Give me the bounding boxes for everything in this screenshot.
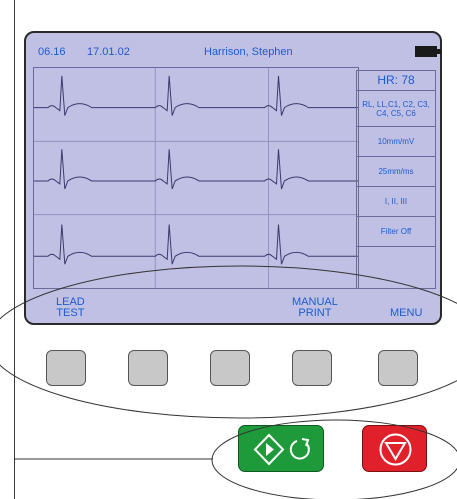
filter-value: Filter Off — [380, 227, 412, 236]
ecg-waveforms — [34, 68, 358, 288]
time-label: 06.16 — [38, 46, 66, 58]
lead-test-label: LEAD TEST — [56, 297, 85, 319]
patient-name: Harrison, Stephen — [204, 46, 293, 58]
start-button[interactable] — [238, 425, 324, 472]
lead-group-value: I, II, III — [384, 197, 408, 206]
battery-icon — [415, 46, 441, 57]
lead-group-cell: I, II, III — [357, 187, 435, 217]
heart-rate-cell: HR: 78 — [357, 71, 435, 91]
softkey-4-button[interactable] — [292, 350, 332, 386]
leads-value: RL, LL,C1, C2, C3, C4, C5, C6 — [362, 99, 430, 118]
date-label: 17.01.02 — [87, 46, 130, 58]
parameter-panel: HR: 78 RL, LL,C1, C2, C3, C4, C5, C6 10m… — [356, 70, 436, 289]
ecg-screen: 06.16 17.01.02 Harrison, Stephen HR: 78 … — [24, 31, 442, 325]
sensitivity-value: 10mm/mV — [377, 137, 415, 146]
softkey-1-button[interactable] — [46, 350, 86, 386]
leads-cell: RL, LL,C1, C2, C3, C4, C5, C6 — [357, 91, 435, 127]
softkey-3-button[interactable] — [210, 350, 250, 386]
speed-cell: 25mm/ms — [357, 157, 435, 187]
stop-button[interactable] — [362, 425, 427, 472]
heart-rate-value: HR: 78 — [377, 73, 415, 87]
manual-print-label: MANUAL PRINT — [292, 297, 338, 319]
stop-icon — [379, 433, 412, 466]
ecg-trace-row-2 — [34, 149, 358, 190]
filter-cell: Filter Off — [357, 217, 435, 247]
device-edge — [14, 0, 15, 499]
lead-test-line2: TEST — [56, 307, 85, 319]
ecg-trace-panel — [33, 67, 359, 289]
softkey-5-button[interactable] — [378, 350, 418, 386]
manual-print-line2: PRINT — [298, 307, 332, 319]
status-bar: 06.16 17.01.02 Harrison, Stephen — [26, 33, 441, 67]
ecg-trace-row-1 — [34, 75, 358, 116]
speed-value: 25mm/ms — [378, 167, 414, 176]
menu-label: MENU — [390, 307, 423, 319]
ecg-trace-row-3 — [34, 224, 358, 265]
softkey-2-button[interactable] — [128, 350, 168, 386]
start-copy-icon — [253, 433, 310, 466]
sensitivity-cell: 10mm/mV — [357, 127, 435, 157]
